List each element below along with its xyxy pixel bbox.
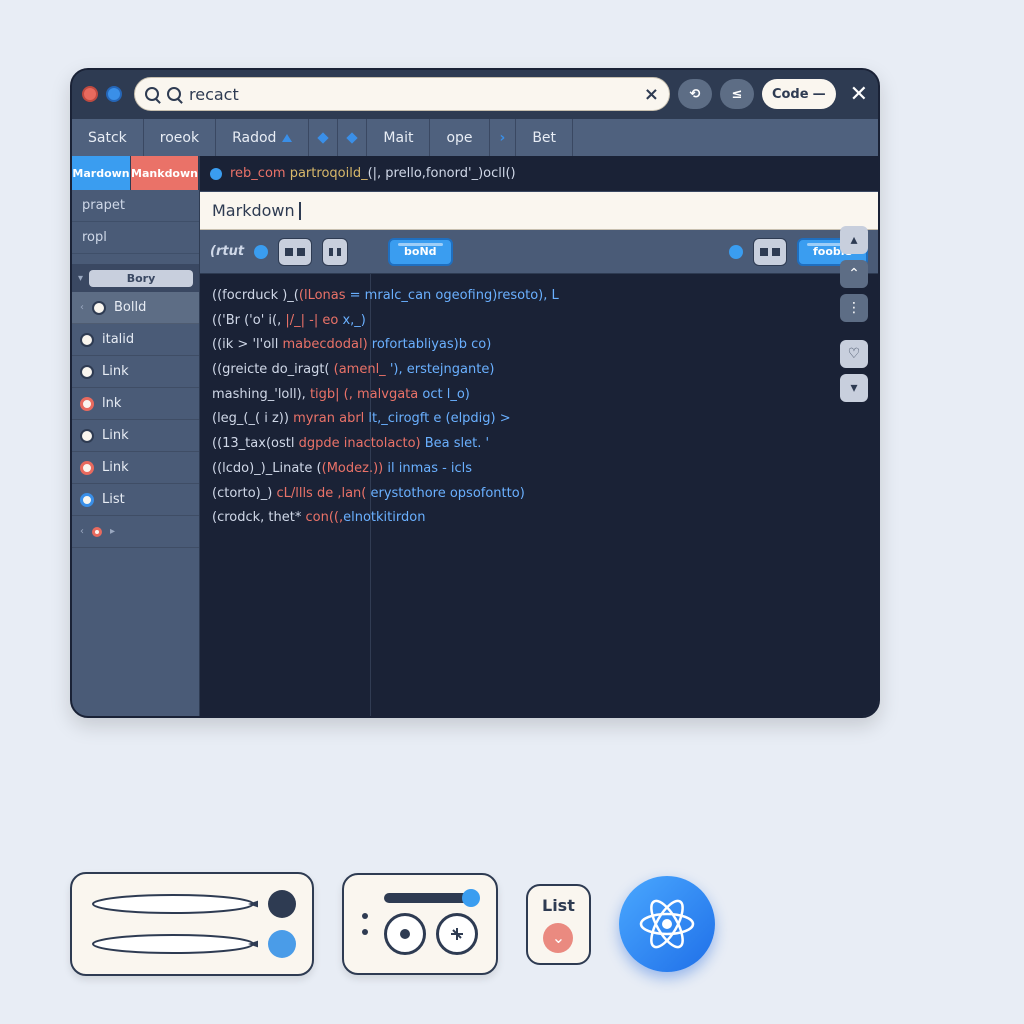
react-logo-icon[interactable] (619, 876, 715, 972)
action-pill-1[interactable]: ⟲ (678, 79, 712, 109)
heart-icon[interactable]: ♡ (840, 340, 868, 368)
min-dot[interactable] (106, 86, 122, 102)
search-icon (167, 87, 181, 101)
subtab-0[interactable]: Mardown (72, 156, 131, 190)
outline-header: ▾ Bory (72, 264, 199, 292)
tab-5[interactable]: Bet (516, 119, 573, 156)
outline-link-1[interactable]: Link (72, 356, 199, 388)
tab-shape-2[interactable] (338, 119, 367, 156)
dot-icon[interactable] (254, 245, 268, 259)
scroll-up-icon[interactable]: ⌃ (840, 260, 868, 288)
control-card (342, 873, 498, 975)
list-label: List (542, 896, 575, 915)
search-input[interactable] (189, 85, 636, 104)
list-card: List ⌄ (526, 884, 591, 965)
tab-1[interactable]: roeok (144, 119, 216, 156)
titlebar: × ⟲ ≤ Code— ✕ (72, 70, 878, 118)
dot-icon (362, 913, 368, 919)
tab-2[interactable]: Radod (216, 119, 309, 156)
dial-2[interactable] (436, 913, 478, 955)
search-bar[interactable]: × (134, 77, 670, 111)
right-gutter: ▴ ⌃ ⋮ ♡ ▾ (840, 226, 868, 402)
dropdown-icon[interactable]: ▾ (840, 374, 868, 402)
tab-shape-1[interactable] (309, 119, 338, 156)
action-pill-2[interactable]: ≤ (720, 79, 754, 109)
tool-group-1[interactable] (278, 238, 312, 266)
outline-link-4[interactable]: Link (72, 452, 199, 484)
collapse-up-icon[interactable]: ▴ (840, 226, 868, 254)
tab-bar: Satck roeok Radod Mait ope › Bet (72, 118, 878, 156)
dot-icon[interactable] (729, 245, 743, 259)
outline-link-3[interactable]: Link (72, 420, 199, 452)
dot-icon (362, 929, 368, 935)
window-close-icon[interactable]: ✕ (850, 82, 868, 107)
outline-list[interactable]: List (72, 484, 199, 516)
markdown-input[interactable]: Markdown (200, 192, 878, 230)
pen-icon-1[interactable] (88, 893, 258, 915)
outline-bold[interactable]: ‹Bolld (72, 292, 199, 324)
subtab-1[interactable]: Mankdown (131, 156, 199, 190)
pen-icon-2[interactable] (88, 933, 258, 955)
bold-button[interactable]: boNd (388, 238, 453, 266)
format-toolbar: (rtut boNd fooble (200, 230, 878, 274)
outline-link-2[interactable]: lnk (72, 388, 199, 420)
slider-1[interactable] (384, 893, 474, 903)
tab-0[interactable]: Satck (72, 119, 144, 156)
status-dot-icon (210, 168, 222, 180)
pen-card (70, 872, 314, 976)
tab-4[interactable]: ope (430, 119, 489, 156)
bottom-row: List ⌄ (70, 872, 964, 976)
color-blue-icon[interactable] (268, 930, 296, 958)
close-dot[interactable] (82, 86, 98, 102)
app-window: × ⟲ ≤ Code— ✕ Satck roeok Radod Mait ope… (70, 68, 880, 718)
color-black-icon[interactable] (268, 890, 296, 918)
tab-3[interactable]: Mait (367, 119, 430, 156)
side-item-1[interactable]: ropl (72, 222, 199, 254)
tool-group-2[interactable] (322, 238, 348, 266)
outline-italic[interactable]: italid (72, 324, 199, 356)
tool-group-3[interactable] (753, 238, 787, 266)
code-editor[interactable]: ((focrduck )_((lLonas = mralc_can ogeofi… (200, 274, 878, 716)
code-pill[interactable]: Code— (762, 79, 836, 109)
status-line: reb_com partroqoild_(|, prello,fonord'_)… (200, 156, 878, 192)
more-icon[interactable]: ⋮ (840, 294, 868, 322)
main-pane: reb_com partroqoild_(|, prello,fonord'_)… (200, 156, 878, 716)
outline-more[interactable]: ‹▸ (72, 516, 199, 548)
caret-icon[interactable]: ▾ (78, 273, 83, 284)
tab-chevron[interactable]: › (490, 119, 517, 156)
dial-1[interactable] (384, 913, 426, 955)
expand-icon[interactable]: ⌄ (543, 923, 573, 953)
sidebar: Mardown Mankdown prapet ropl ▾ Bory ‹Bol… (72, 156, 200, 716)
traffic-lights (82, 86, 122, 102)
search-icon (145, 87, 159, 101)
side-item-0[interactable]: prapet (72, 190, 199, 222)
clear-icon[interactable]: × (644, 84, 659, 105)
